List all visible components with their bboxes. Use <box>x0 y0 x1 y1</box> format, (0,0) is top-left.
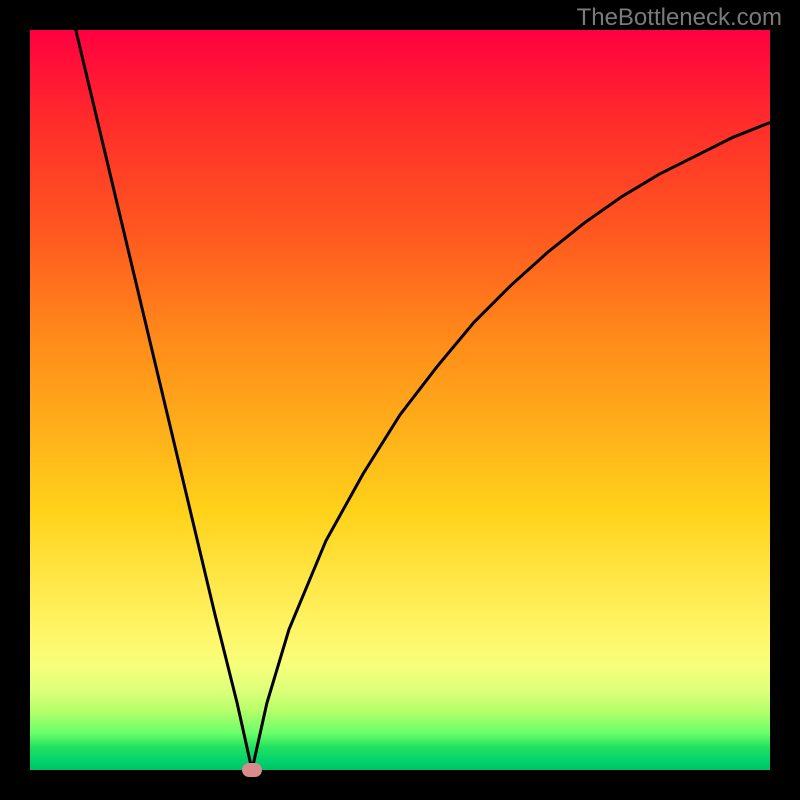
watermark-text: TheBottleneck.com <box>577 4 782 32</box>
chart-curve <box>30 30 770 770</box>
optimum-marker <box>242 763 262 777</box>
chart-plot-area <box>30 30 770 770</box>
curve-path <box>30 30 770 770</box>
